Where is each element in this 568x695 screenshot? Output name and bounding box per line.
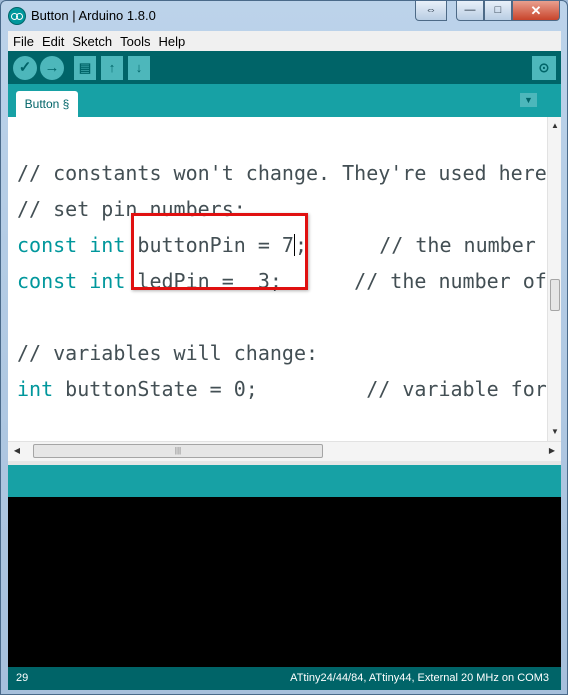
horizontal-scroll-thumb[interactable]: ||| [33, 444, 323, 458]
message-bar [8, 461, 561, 497]
code-line[interactable]: // constants won't change. They're used … [17, 155, 561, 191]
code-editor[interactable]: // constants won't change. They're used … [8, 117, 561, 441]
code-line[interactable]: int buttonState = 0; // variable for [17, 371, 561, 407]
tab-menu-icon[interactable]: ▼ [520, 93, 537, 107]
new-sketch-icon[interactable]: ▤ [74, 56, 96, 80]
code-token: // constants won't change. They're used … [17, 161, 561, 185]
scroll-down-icon[interactable]: ▼ [548, 425, 561, 439]
console-output[interactable] [8, 497, 561, 667]
toolbar: ✓ → ▤ ↑ ↓ ⊙ [8, 51, 561, 84]
highlight-box [131, 213, 308, 290]
line-number: 29 [16, 672, 29, 684]
verify-icon[interactable]: ✓ [13, 56, 37, 80]
code-keyword: int [89, 233, 126, 257]
scroll-right-icon[interactable]: ▶ [545, 444, 559, 458]
code-keyword: int [17, 377, 54, 401]
minimize-button[interactable]: — [456, 1, 484, 21]
code-line[interactable] [17, 299, 561, 335]
status-footer: 29 ATtiny24/44/84, ATtiny44, External 20… [8, 667, 561, 690]
scroll-up-icon[interactable]: ▲ [548, 119, 561, 133]
serial-monitor-icon[interactable]: ⊙ [532, 56, 556, 80]
code-line[interactable]: // variables will change: [17, 335, 561, 371]
menu-file[interactable]: File [8, 34, 38, 49]
tab-button[interactable]: Button § [16, 91, 78, 117]
save-sketch-icon[interactable]: ↓ [128, 56, 150, 80]
code-keyword: int [89, 269, 126, 293]
code-token: buttonState = 0; // variable for [53, 377, 547, 401]
menu-edit[interactable]: Edit [38, 34, 68, 49]
menu-sketch[interactable]: Sketch [68, 34, 116, 49]
open-sketch-icon[interactable]: ↑ [101, 56, 123, 80]
vertical-scrollbar[interactable]: ▲ ▼ [547, 117, 561, 441]
close-button[interactable]: ✕ [512, 1, 560, 21]
maximize-button[interactable]: □ [484, 1, 512, 21]
scroll-left-icon[interactable]: ◀ [10, 444, 24, 458]
arduino-logo-icon [8, 7, 26, 25]
code-token: ; // the number of the [294, 233, 561, 257]
tab-strip: Button § ▼ [8, 84, 561, 117]
window-title: Button | Arduino 1.8.0 [31, 8, 156, 23]
code-keyword: const [17, 233, 78, 257]
upload-icon[interactable]: → [40, 56, 64, 80]
code-token: // variables will change: [17, 341, 319, 365]
code-keyword: const [17, 269, 78, 293]
restore-icon[interactable]: ⇔ [415, 1, 447, 21]
menu-tools[interactable]: Tools [116, 34, 154, 49]
menu-help[interactable]: Help [154, 34, 189, 49]
vertical-scroll-thumb[interactable] [550, 279, 560, 311]
arduino-window: Button | Arduino 1.8.0 ⇔ — □ ✕ File Edit… [0, 0, 568, 695]
menu-bar: File Edit Sketch Tools Help [8, 31, 561, 51]
horizontal-scrollbar[interactable]: ◀ ||| ▶ [8, 441, 561, 461]
title-bar[interactable]: Button | Arduino 1.8.0 ⇔ — □ ✕ [1, 1, 567, 31]
board-info: ATtiny24/44/84, ATtiny44, External 20 MH… [290, 672, 549, 684]
